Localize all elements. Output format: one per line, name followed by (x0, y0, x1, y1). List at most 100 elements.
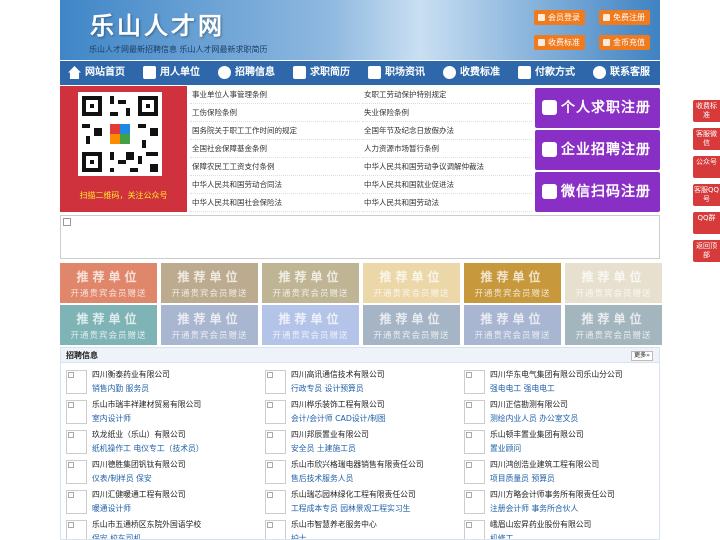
job-positions[interactable]: 暖通设计师 (92, 503, 131, 514)
job-positions[interactable]: 保安 校车司机 (92, 533, 141, 539)
policy-link[interactable]: 中华人民共和国劳动法 (362, 194, 532, 212)
register-button[interactable]: 免费注册 (599, 10, 650, 25)
company-logo[interactable] (66, 490, 87, 514)
job-positions[interactable]: 置业顾问 (490, 443, 521, 454)
recommended-tile[interactable]: 推荐单位 开通贵宾会员赠送 (565, 263, 662, 303)
recommended-tile[interactable]: 推荐单位 开通贵宾会员赠送 (262, 263, 359, 303)
job-positions[interactable]: 项目质量员 预算员 (490, 473, 555, 484)
nav-payment[interactable]: 付款方式 (515, 61, 575, 85)
policy-link[interactable]: 保障农民工工资支付条例 (190, 158, 360, 176)
policy-link[interactable]: 工伤保险条例 (190, 104, 360, 122)
side-button[interactable]: 收费标准 (693, 100, 720, 122)
company-name[interactable]: 乐山瑞芯园林绿化工程有限责任公司 (291, 489, 416, 500)
company-logo[interactable] (66, 430, 87, 454)
company-name[interactable]: 玖龙纸业（乐山）有限公司 (92, 429, 186, 440)
recharge-button[interactable]: 金币充值 (599, 35, 650, 50)
company-name[interactable]: 乐山市欣兴格瑞电器销售有限责任公司 (291, 459, 424, 470)
company-logo[interactable] (66, 520, 87, 539)
side-button[interactable]: 公众号 (693, 156, 720, 178)
nav-contact[interactable]: 联系客服 (590, 61, 650, 85)
policy-link[interactable]: 全国社会保障基金条例 (190, 140, 360, 158)
banner-ad[interactable] (60, 215, 660, 259)
policy-link[interactable]: 失业保险条例 (362, 104, 532, 122)
company-logo[interactable] (265, 370, 286, 394)
login-button[interactable]: 会员登录 (534, 10, 585, 25)
side-button[interactable]: 返回顶部 (693, 240, 720, 262)
company-name[interactable]: 乐山市五通桥区东院外国语学校 (92, 519, 201, 530)
recommended-tile[interactable]: 推荐单位 开通贵宾会员赠送 (161, 305, 258, 345)
job-positions[interactable]: 安全员 土建施工员 (291, 443, 356, 454)
recommended-tile[interactable]: 推荐单位 开通贵宾会员赠送 (464, 263, 561, 303)
company-name[interactable]: 四川衡泰药业有限公司 (92, 369, 170, 380)
company-logo[interactable] (464, 400, 485, 424)
job-positions[interactable]: 护士 (291, 533, 307, 539)
personal-register-button[interactable]: 个人求职注册 (535, 88, 660, 128)
company-logo[interactable] (464, 520, 485, 539)
company-name[interactable]: 四川高讯通信技术有限公司 (291, 369, 385, 380)
recommended-tile[interactable]: 推荐单位 开通贵宾会员赠送 (363, 263, 460, 303)
side-button[interactable]: 客服QQ号 (693, 184, 720, 206)
pricing-button[interactable]: 收费标准 (534, 35, 585, 50)
company-logo[interactable] (464, 430, 485, 454)
company-logo[interactable] (464, 370, 485, 394)
company-name[interactable]: 四川鸿创浩业建筑工程有限公司 (490, 459, 599, 470)
company-name[interactable]: 四川邦辰置业有限公司 (291, 429, 369, 440)
policy-link[interactable]: 中华人民共和国就业促进法 (362, 176, 532, 194)
nav-home[interactable]: 网站首页 (65, 61, 125, 85)
nav-jobs[interactable]: 招聘信息 (215, 61, 275, 85)
company-name[interactable]: 乐山市智慧养老服务中心 (291, 519, 377, 530)
job-positions[interactable]: 测绘内业人员 办公室文员 (490, 413, 578, 424)
recommended-tile[interactable]: 推荐单位 开通贵宾会员赠送 (262, 305, 359, 345)
company-name[interactable]: 乐山顿丰置业集团有限公司 (490, 429, 584, 440)
recommended-tile[interactable]: 推荐单位 开通贵宾会员赠送 (565, 305, 662, 345)
company-name[interactable]: 四川正信勘测有限公司 (490, 399, 568, 410)
job-positions[interactable]: 室内设计师 (92, 413, 131, 424)
job-positions[interactable]: 售后技术服务人员 (291, 473, 353, 484)
company-name[interactable]: 峨眉山宏昇药业股份有限公司 (490, 519, 591, 530)
company-logo[interactable] (265, 430, 286, 454)
policy-link[interactable]: 全国年节及纪念日放假办法 (362, 122, 532, 140)
company-logo[interactable] (66, 460, 87, 484)
policy-link[interactable]: 国务院关于职工工作时间的规定 (190, 122, 360, 140)
recommended-tile[interactable]: 推荐单位 开通贵宾会员赠送 (60, 263, 157, 303)
job-positions[interactable]: 行政专员 设计预算员 (291, 383, 364, 394)
recommended-tile[interactable]: 推荐单位 开通贵宾会员赠送 (60, 305, 157, 345)
policy-link[interactable]: 事业单位人事管理条例 (190, 86, 360, 104)
policy-link[interactable]: 中华人民共和国劳动合同法 (190, 176, 360, 194)
company-name[interactable]: 四川汇健暖通工程有限公司 (92, 489, 186, 500)
nav-news[interactable]: 职场资讯 (365, 61, 425, 85)
policy-link[interactable]: 中华人民共和国劳动争议调解仲裁法 (362, 158, 532, 176)
nav-pricing[interactable]: 收费标准 (440, 61, 500, 85)
recommended-tile[interactable]: 推荐单位 开通贵宾会员赠送 (161, 263, 258, 303)
job-positions[interactable]: 仪表/制样员 保安 (92, 473, 152, 484)
nav-employers[interactable]: 用人单位 (140, 61, 200, 85)
policy-link[interactable]: 中华人民共和国社会保险法 (190, 194, 360, 212)
company-logo[interactable] (265, 460, 286, 484)
company-logo[interactable] (464, 460, 485, 484)
company-name[interactable]: 乐山市瑞丰祥建材贸易有限公司 (92, 399, 201, 410)
job-positions[interactable]: 机修工 (490, 533, 513, 539)
company-logo[interactable] (66, 400, 87, 424)
policy-link[interactable]: 女职工劳动保护特别规定 (362, 86, 532, 104)
more-link[interactable]: 更多» (631, 351, 653, 361)
site-logo[interactable]: 乐山人才网 (90, 6, 225, 41)
job-positions[interactable]: 销售内勤 服务员 (92, 383, 149, 394)
recommended-tile[interactable]: 推荐单位 开通贵宾会员赠送 (363, 305, 460, 345)
company-name[interactable]: 四川方略会计师事务所有限责任公司 (490, 489, 615, 500)
job-positions[interactable]: 工程成本专员 园林景观工程实习生 (291, 503, 410, 514)
job-positions[interactable]: 注册会计师 事务所合伙人 (490, 503, 578, 514)
company-name[interactable]: 四川德胜集团钒钛有限公司 (92, 459, 186, 470)
recommended-tile[interactable]: 推荐单位 开通贵宾会员赠送 (464, 305, 561, 345)
policy-link[interactable]: 人力资源市场暂行条例 (362, 140, 532, 158)
job-positions[interactable]: 强电电工 强电电工 (490, 383, 555, 394)
company-logo[interactable] (66, 370, 87, 394)
nav-resumes[interactable]: 求职简历 (290, 61, 350, 85)
side-button[interactable]: 客服微信 (693, 128, 720, 150)
company-logo[interactable] (464, 490, 485, 514)
side-button[interactable]: QQ群 (693, 212, 720, 234)
company-logo[interactable] (265, 520, 286, 539)
wechat-register-button[interactable]: 微信扫码注册 (535, 172, 660, 212)
company-name[interactable]: 四川桦乐装饰工程有限公司 (291, 399, 385, 410)
job-positions[interactable]: 会计/会计师 CAD设计/制图 (291, 413, 386, 424)
company-register-button[interactable]: 企业招聘注册 (535, 130, 660, 170)
